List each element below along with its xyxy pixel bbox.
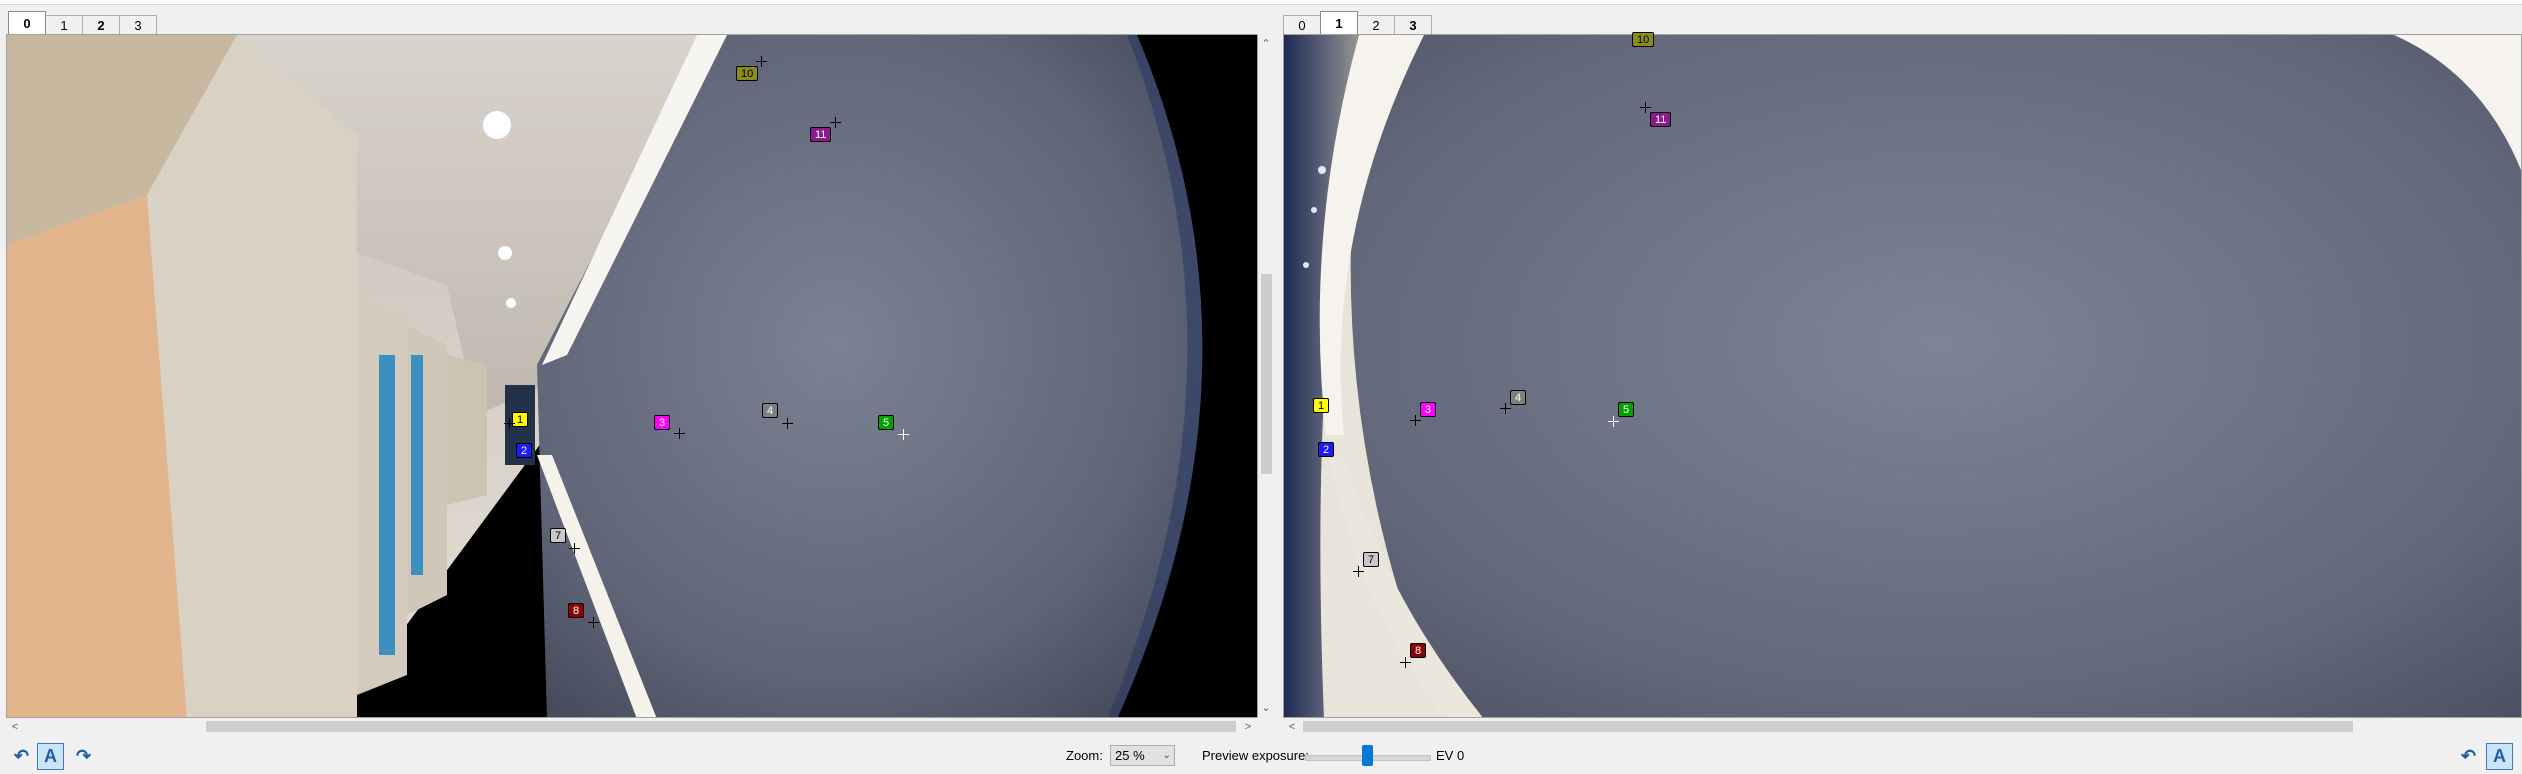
left-image-view[interactable] (6, 34, 1258, 718)
right-cp-4-marker[interactable] (1500, 403, 1511, 414)
right-scroll-left-arrow[interactable]: < (1286, 721, 1298, 733)
right-cp-11[interactable]: 11 (1650, 112, 1672, 127)
left-tab-2[interactable]: 2 (82, 15, 120, 34)
right-cp-4[interactable]: 4 (1510, 390, 1527, 405)
left-scroll-up-arrow[interactable]: ⌃ (1260, 38, 1272, 50)
right-cp-7[interactable]: 7 (1363, 552, 1380, 567)
left-scroll-down-arrow[interactable]: ⌄ (1260, 702, 1272, 714)
left-cp-4-marker[interactable] (782, 418, 793, 429)
left-horizontal-scrollbar[interactable]: < > (6, 718, 1258, 735)
left-image-tabs: 0 1 2 3 (8, 11, 157, 34)
left-cp-8[interactable]: 8 (568, 603, 585, 618)
undo-icon: ↶ (13, 746, 30, 766)
right-image-tabs: 0 1 2 3 (1283, 11, 1432, 34)
left-vscroll-thumb[interactable] (1261, 274, 1272, 474)
left-cp-7[interactable]: 7 (550, 528, 567, 543)
right-fisheye-image (1284, 35, 2521, 717)
undo-icon: ↶ (2460, 746, 2477, 766)
right-cp-8[interactable]: 8 (1410, 643, 1427, 658)
right-cp-3-marker[interactable] (1410, 415, 1421, 426)
left-auto-add-button[interactable]: A (37, 743, 64, 770)
left-cp-10[interactable]: 10 (736, 66, 759, 81)
exposure-slider-thumb[interactable] (1361, 745, 1373, 766)
left-cp-11[interactable]: 11 (810, 127, 832, 142)
right-tab-0[interactable]: 0 (1283, 15, 1321, 34)
chevron-down-icon: ⌄ (1162, 750, 1171, 761)
zoom-select[interactable]: 25 % ⌄ (1110, 745, 1175, 766)
left-scroll-right-arrow[interactable]: > (1242, 721, 1254, 733)
right-cp-2[interactable]: 2 (1318, 442, 1335, 457)
window-top-edge (0, 0, 2522, 5)
left-fisheye-image (7, 35, 1257, 717)
right-cp-8-marker[interactable] (1400, 657, 1411, 668)
preview-exposure-label: Preview exposure: (1202, 748, 1309, 763)
right-tab-2[interactable]: 2 (1357, 15, 1395, 34)
left-cp-10-marker[interactable] (756, 56, 767, 67)
left-undo-button[interactable]: ↶ (8, 743, 35, 770)
right-cp-7-marker[interactable] (1353, 566, 1364, 577)
right-hscroll-thumb[interactable] (1303, 721, 2353, 732)
exposure-value: EV 0 (1436, 748, 1465, 763)
left-cp-5-marker[interactable] (898, 429, 909, 440)
left-cp-3-marker[interactable] (674, 428, 685, 439)
right-auto-add-button[interactable]: A (2486, 743, 2513, 770)
left-cp-2[interactable]: 2 (516, 443, 533, 458)
left-tab-0[interactable]: 0 (8, 11, 46, 34)
left-hscroll-thumb[interactable] (206, 721, 1236, 732)
right-horizontal-scrollbar[interactable]: < (1283, 718, 2522, 735)
left-cp-7-marker[interactable] (569, 543, 580, 554)
left-cp-3[interactable]: 3 (654, 415, 671, 430)
left-vertical-scrollbar[interactable]: ⌃ ⌄ (1258, 34, 1275, 718)
left-cp-8-marker[interactable] (588, 617, 599, 628)
left-tab-3[interactable]: 3 (119, 15, 157, 34)
right-cp-5-marker[interactable] (1608, 416, 1619, 427)
auto-add-icon: A (44, 746, 57, 766)
right-tab-1[interactable]: 1 (1320, 11, 1358, 34)
right-cp-1[interactable]: 1 (1313, 398, 1330, 413)
right-tab-3[interactable]: 3 (1394, 15, 1432, 34)
zoom-value: 25 % (1115, 748, 1145, 763)
right-image-view[interactable] (1283, 34, 2522, 718)
right-cp-10[interactable]: 10 (1632, 32, 1655, 47)
left-cp-11-marker[interactable] (830, 117, 841, 128)
right-cp-3[interactable]: 3 (1420, 402, 1437, 417)
left-scroll-left-arrow[interactable]: < (9, 721, 21, 733)
right-cp-5[interactable]: 5 (1618, 402, 1635, 417)
redo-icon: ↷ (75, 746, 92, 766)
zoom-label: Zoom: (1066, 748, 1103, 763)
right-undo-button[interactable]: ↶ (2455, 743, 2482, 770)
auto-add-icon: A (2493, 746, 2506, 766)
left-tab-1[interactable]: 1 (45, 15, 83, 34)
left-cp-5[interactable]: 5 (878, 415, 895, 430)
left-redo-button[interactable]: ↷ (70, 743, 97, 770)
left-cp-4[interactable]: 4 (762, 403, 779, 418)
right-cp-11-marker[interactable] (1640, 102, 1651, 113)
left-cp-1-marker[interactable] (504, 418, 515, 429)
